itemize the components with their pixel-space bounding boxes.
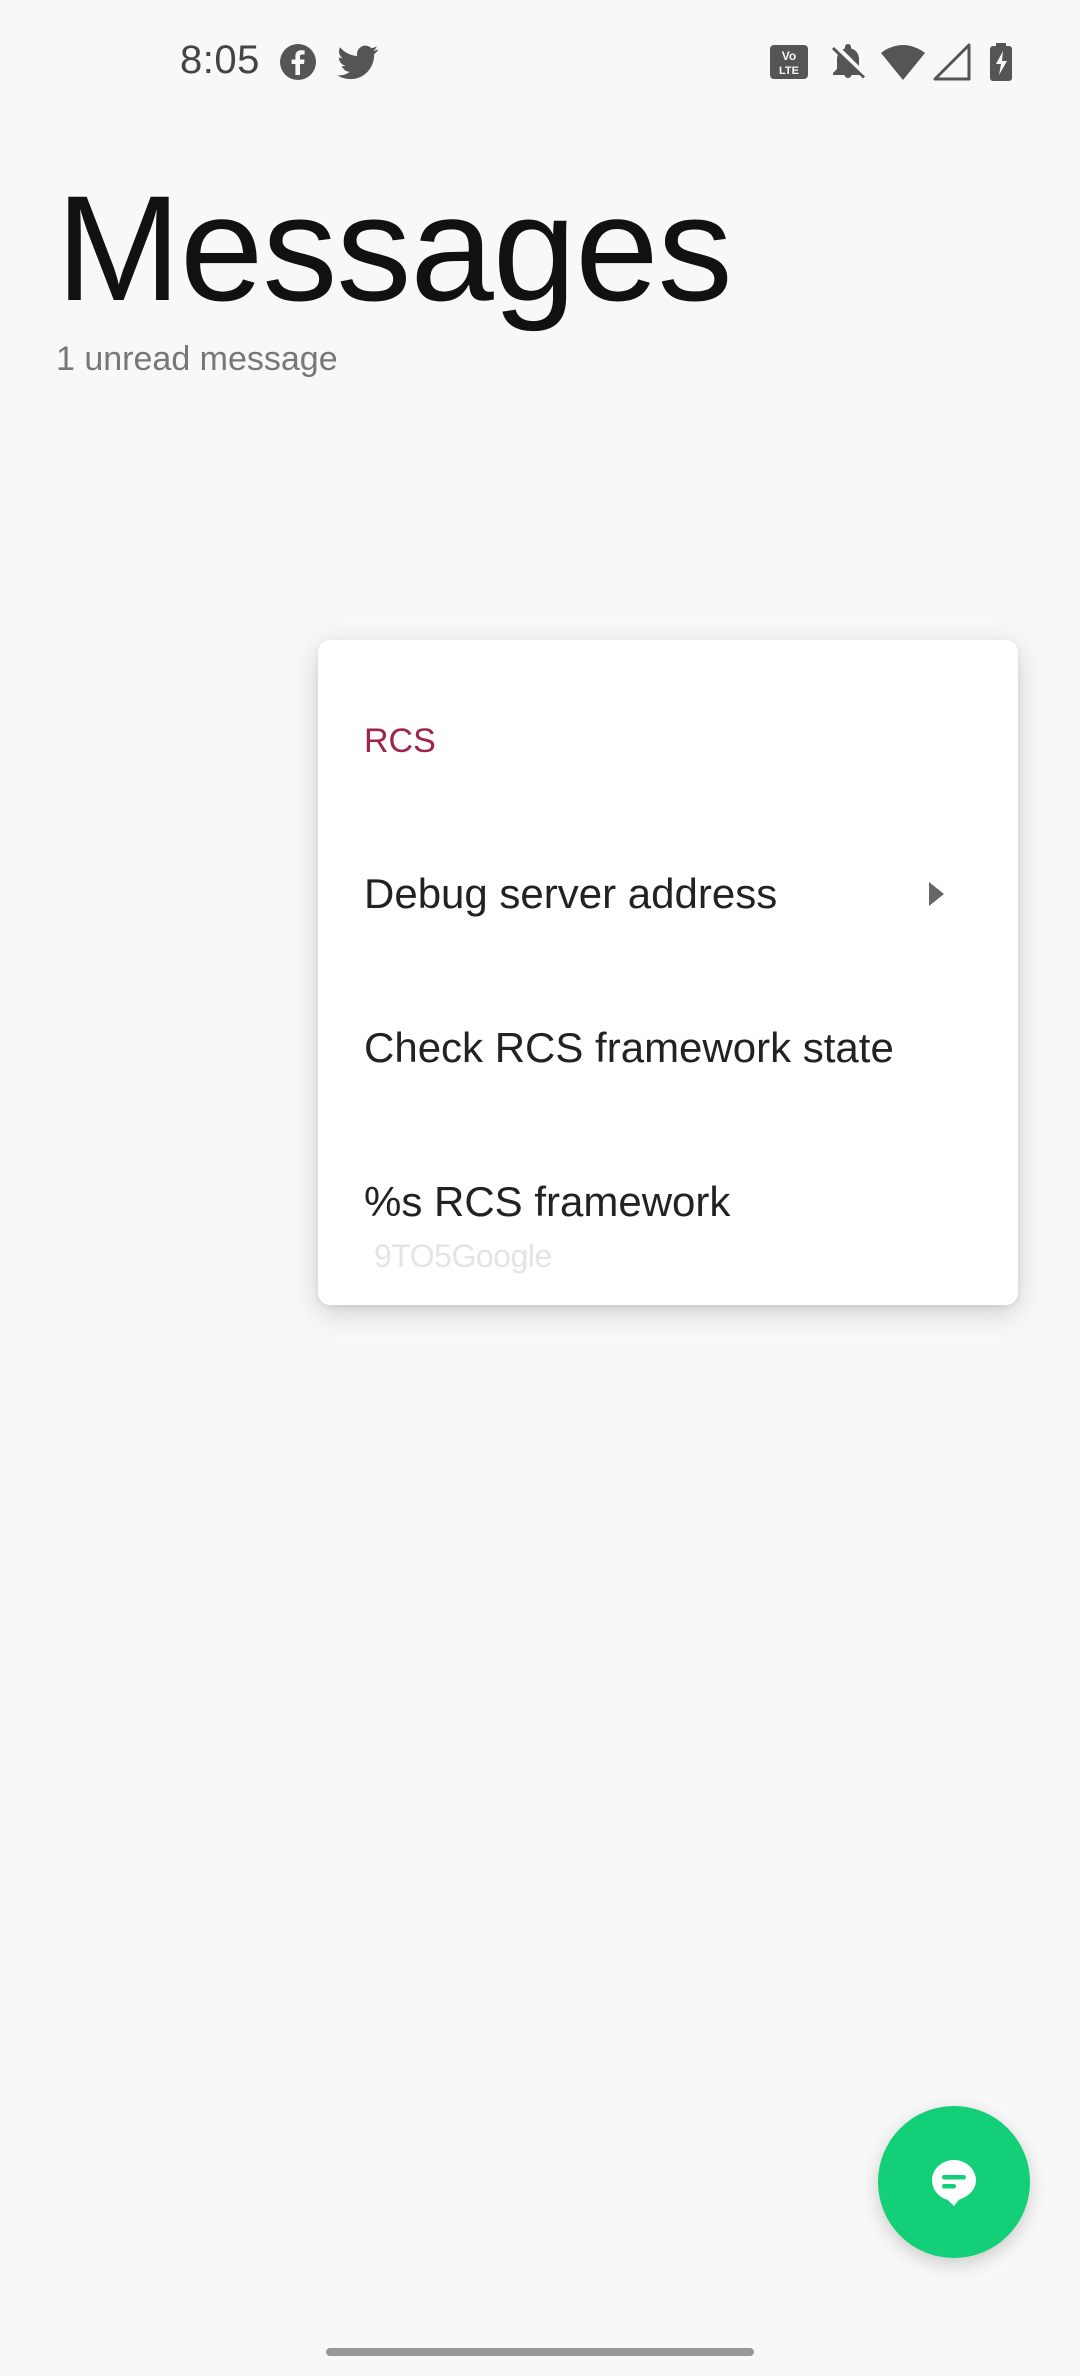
facebook-icon xyxy=(278,42,318,82)
page-title: Messages xyxy=(56,164,733,332)
chat-bubble-icon xyxy=(927,2155,981,2209)
status-time: 8:05 xyxy=(180,38,260,82)
menu-item-label: Check RCS framework state xyxy=(364,1024,894,1071)
gesture-navigation-bar[interactable] xyxy=(326,2348,754,2356)
status-bar: 8:05 Vo LTE xyxy=(0,0,1080,120)
menu-item-debug-server-address[interactable]: Debug server address xyxy=(318,834,1018,954)
rcs-debug-menu: RCS Debug server address Check RCS frame… xyxy=(318,640,1018,1305)
bell-off-icon xyxy=(828,42,868,82)
messages-screen: 8:05 Vo LTE Messages 1 unread message RCS… xyxy=(0,0,1080,2376)
battery-charging-icon xyxy=(988,42,1014,82)
menu-item-label: Debug server address xyxy=(364,870,778,917)
signal-icon xyxy=(932,42,972,82)
submenu-arrow-icon xyxy=(926,880,946,908)
unread-count: 1 unread message xyxy=(56,340,338,378)
menu-section-header: RCS xyxy=(364,722,436,760)
start-chat-fab[interactable] xyxy=(878,2106,1030,2258)
menu-item-label: %s RCS framework xyxy=(364,1178,731,1225)
svg-text:Vo: Vo xyxy=(782,49,796,63)
watermark: 9TO5Google xyxy=(374,1238,552,1274)
svg-text:LTE: LTE xyxy=(779,65,799,77)
twitter-icon xyxy=(336,42,380,82)
menu-item-check-rcs-framework-state[interactable]: Check RCS framework state xyxy=(318,988,1018,1108)
volte-icon: Vo LTE xyxy=(768,42,810,82)
wifi-icon xyxy=(880,42,926,82)
